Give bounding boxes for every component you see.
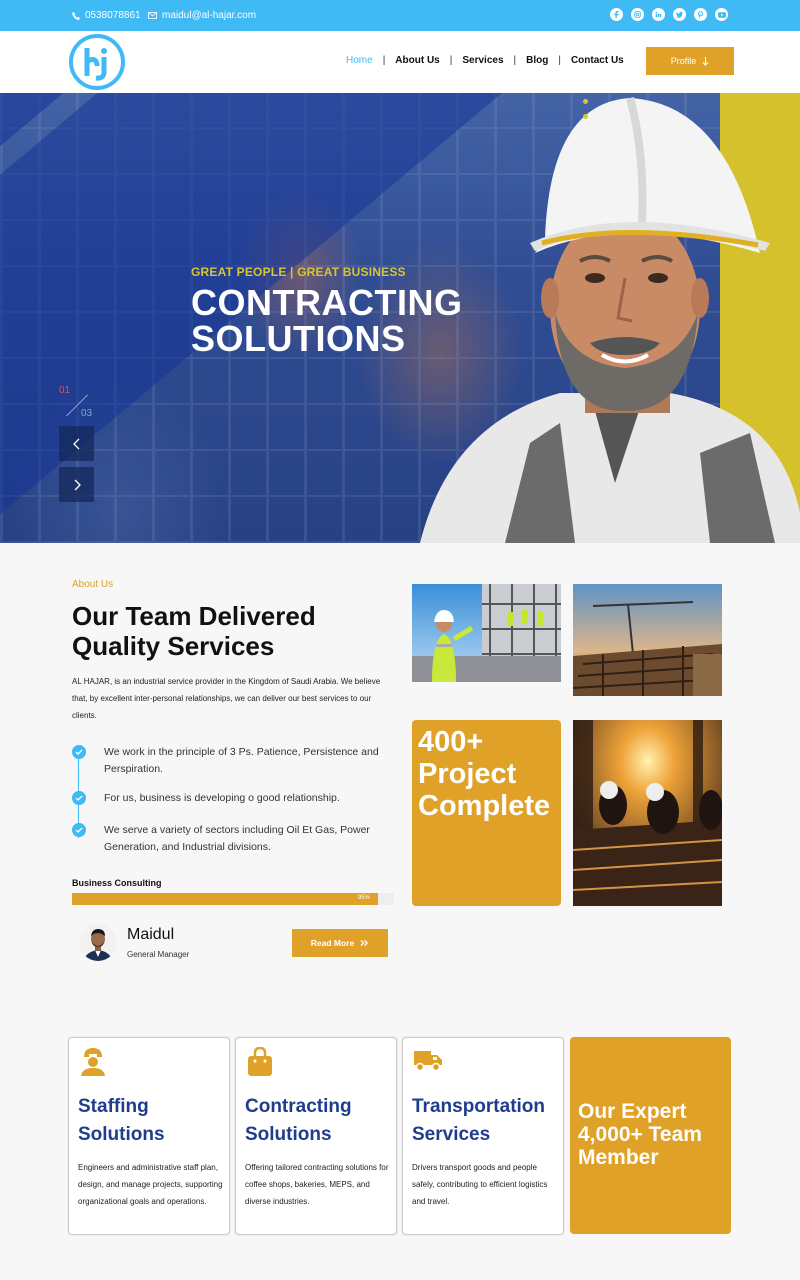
skill-progress-fill: 95% bbox=[72, 893, 378, 905]
site-header: Home | About Us | Services | Blog | Cont… bbox=[0, 31, 800, 93]
team-stat-card: Our Expert 4,000+ Team Member bbox=[570, 1037, 731, 1234]
bag-icon bbox=[248, 1047, 272, 1076]
linkedin-icon[interactable] bbox=[652, 8, 665, 21]
truck-icon bbox=[414, 1051, 442, 1072]
service-title: Contracting Solutions bbox=[245, 1096, 352, 1145]
hero-title: CONTRACTING SOLUTIONS bbox=[191, 282, 463, 359]
youtube-icon[interactable] bbox=[715, 8, 728, 21]
hero-eyebrow: GREAT PEOPLE | GREAT BUSINESS bbox=[191, 265, 406, 279]
slide-current: 01 bbox=[59, 385, 71, 396]
service-title: Transportation Services bbox=[412, 1096, 546, 1145]
email-contact[interactable]: maidul@al-hajar.com bbox=[148, 10, 256, 21]
email-address: maidul@al-hajar.com bbox=[162, 10, 257, 21]
service-card-staffing[interactable]: Staffing Solutions Engineers and adminis… bbox=[68, 1037, 230, 1235]
about-kicker: About Us bbox=[72, 579, 114, 590]
service-title: Staffing Solutions bbox=[78, 1096, 165, 1145]
checklist-text: For us, business is developing o good re… bbox=[104, 792, 340, 804]
nav-separator: | bbox=[449, 55, 453, 66]
hero-slider: GREAT PEOPLE | GREAT BUSINESS CONTRACTIN… bbox=[0, 93, 800, 543]
decor-dots bbox=[583, 99, 588, 129]
about-photo-sunset-workers bbox=[573, 720, 722, 906]
nav-separator: | bbox=[382, 55, 386, 66]
phone-icon bbox=[72, 11, 80, 20]
person-name: Maidul bbox=[127, 926, 175, 943]
skill-percent: 95% bbox=[357, 895, 370, 901]
nav-contact[interactable]: Contact Us bbox=[571, 55, 624, 66]
service-text: Drivers transport goods and people safel… bbox=[412, 1163, 548, 1206]
person-role: General Manager bbox=[127, 950, 190, 959]
slide-total: 03 bbox=[81, 408, 93, 419]
double-chevron-right-icon bbox=[360, 939, 369, 947]
email-icon bbox=[148, 12, 157, 19]
facebook-icon[interactable] bbox=[610, 8, 623, 21]
service-card-transportation[interactable]: Transportation Services Drivers transpor… bbox=[402, 1037, 564, 1235]
nav-separator: | bbox=[558, 55, 561, 66]
service-card-contracting[interactable]: Contracting Solutions Offering tailored … bbox=[235, 1037, 397, 1235]
projects-stat-card: 400+ Project Complete bbox=[412, 720, 561, 906]
checklist-text: We work in the principle of 3 Ps. Patien… bbox=[104, 746, 379, 775]
about-checklist: We work in the principle of 3 Ps. Patien… bbox=[72, 744, 392, 856]
profile-button-label: Profile bbox=[670, 56, 697, 66]
profile-button[interactable]: Profile bbox=[646, 47, 734, 75]
top-bar: 0538078861 maidul@al-hajar.com bbox=[0, 0, 800, 31]
worker-icon bbox=[81, 1048, 105, 1076]
slider-prev-button[interactable] bbox=[59, 426, 94, 461]
about-photo-site-crane bbox=[573, 584, 722, 696]
nav-services[interactable]: Services bbox=[462, 55, 503, 66]
site-logo[interactable] bbox=[69, 34, 125, 90]
about-description: AL HAJAR, is an industrial service provi… bbox=[72, 677, 381, 720]
main-nav: Home | About Us | Services | Blog | Cont… bbox=[346, 55, 624, 66]
nav-separator: | bbox=[513, 55, 517, 66]
avatar bbox=[79, 923, 117, 961]
social-links bbox=[610, 8, 728, 21]
check-icon bbox=[72, 791, 86, 805]
service-text: Engineers and administrative staff plan,… bbox=[78, 1163, 223, 1206]
about-photo-workers bbox=[412, 584, 561, 682]
twitter-icon[interactable] bbox=[673, 8, 686, 21]
phone-number: 0538078861 bbox=[85, 10, 141, 21]
read-more-button[interactable]: Read More bbox=[292, 929, 388, 957]
read-more-label: Read More bbox=[310, 938, 355, 948]
nav-home[interactable]: Home bbox=[346, 55, 373, 66]
nav-blog[interactable]: Blog bbox=[526, 55, 548, 66]
skill-progress-bar: 95% bbox=[72, 893, 394, 905]
checklist-item: For us, business is developing o good re… bbox=[72, 790, 392, 807]
arrow-down-icon bbox=[702, 56, 709, 66]
phone-contact[interactable]: 0538078861 bbox=[72, 10, 141, 21]
checklist-text: We serve a variety of sectors including … bbox=[104, 824, 370, 853]
logo-mark bbox=[84, 48, 107, 81]
chevron-left-icon bbox=[72, 438, 79, 449]
chevron-right-icon bbox=[74, 479, 81, 490]
pinterest-icon[interactable] bbox=[694, 8, 707, 21]
slider-next-button[interactable] bbox=[59, 467, 94, 502]
check-icon bbox=[72, 745, 86, 759]
about-title: Our Team Delivered Quality Services bbox=[72, 601, 316, 661]
skill-label: Business Consulting bbox=[72, 878, 162, 888]
instagram-icon[interactable] bbox=[631, 8, 644, 21]
service-text: Offering tailored contracting solutions … bbox=[245, 1163, 389, 1206]
check-icon bbox=[72, 823, 86, 837]
checklist-item: We serve a variety of sectors including … bbox=[72, 822, 392, 856]
nav-about[interactable]: About Us bbox=[395, 55, 439, 66]
checklist-item: We work in the principle of 3 Ps. Patien… bbox=[72, 744, 392, 778]
